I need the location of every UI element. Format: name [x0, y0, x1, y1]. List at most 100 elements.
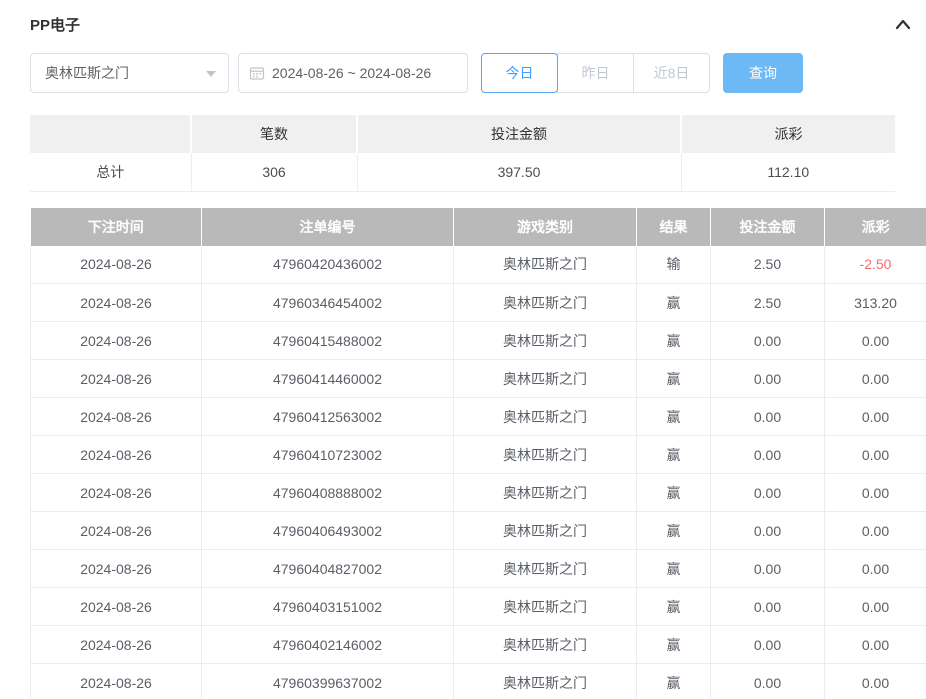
cell-payout: 0.00 — [825, 664, 926, 699]
cell-bet-amount: 0.00 — [711, 550, 825, 588]
cell-result: 赢 — [637, 664, 711, 699]
summary-total-row: 总计 306 397.50 112.10 — [30, 153, 895, 191]
table-row: 2024-08-26 47960406493002 奥林匹斯之门 赢 0.00 … — [31, 512, 926, 550]
table-row: 2024-08-26 47960399637002 奥林匹斯之门 赢 0.00 … — [31, 664, 926, 699]
game-select-value: 奥林匹斯之门 — [45, 63, 129, 83]
table-row: 2024-08-26 47960408888002 奥林匹斯之门 赢 0.00 … — [31, 474, 926, 512]
summary-total-bet-amount: 397.50 — [357, 153, 681, 191]
cell-bet-amount: 0.00 — [711, 322, 825, 360]
cell-bet-time: 2024-08-26 — [31, 398, 202, 436]
cell-order-no: 47960410723002 — [202, 436, 454, 474]
calendar-icon — [249, 65, 265, 81]
collapse-button[interactable] — [892, 15, 914, 33]
cell-game-type: 奥林匹斯之门 — [454, 436, 637, 474]
cell-order-no: 47960412563002 — [202, 398, 454, 436]
summary-total-count: 306 — [191, 153, 357, 191]
cell-bet-time: 2024-08-26 — [31, 284, 202, 322]
summary-header-payout: 派彩 — [681, 115, 895, 153]
caret-down-icon — [206, 71, 216, 82]
table-row: 2024-08-26 47960410723002 奥林匹斯之门 赢 0.00 … — [31, 436, 926, 474]
cell-payout: 0.00 — [825, 588, 926, 626]
last-8-days-button[interactable]: 近8日 — [633, 53, 710, 93]
cell-payout: 0.00 — [825, 322, 926, 360]
header-result: 结果 — [637, 208, 711, 246]
cell-game-type: 奥林匹斯之门 — [454, 360, 637, 398]
cell-result: 赢 — [637, 474, 711, 512]
cell-result: 赢 — [637, 398, 711, 436]
cell-game-type: 奥林匹斯之门 — [454, 626, 637, 664]
bet-records-body: 2024-08-26 47960420436002 奥林匹斯之门 输 2.50 … — [31, 246, 926, 699]
cell-order-no: 47960420436002 — [202, 246, 454, 284]
cell-game-type: 奥林匹斯之门 — [454, 664, 637, 699]
cell-order-no: 47960415488002 — [202, 322, 454, 360]
cell-bet-amount: 0.00 — [711, 360, 825, 398]
cell-bet-amount: 0.00 — [711, 474, 825, 512]
cell-order-no: 47960346454002 — [202, 284, 454, 322]
cell-game-type: 奥林匹斯之门 — [454, 474, 637, 512]
cell-bet-time: 2024-08-26 — [31, 664, 202, 699]
table-row: 2024-08-26 47960420436002 奥林匹斯之门 输 2.50 … — [31, 246, 926, 284]
date-range-picker[interactable]: 2024-08-26 ~ 2024-08-26 — [238, 53, 468, 93]
cell-bet-amount: 2.50 — [711, 284, 825, 322]
pp-electronic-panel: PP电子 奥林匹斯之门 — [0, 0, 926, 699]
yesterday-button[interactable]: 昨日 — [557, 53, 634, 93]
cell-result: 输 — [637, 246, 711, 284]
cell-game-type: 奥林匹斯之门 — [454, 588, 637, 626]
cell-order-no: 47960399637002 — [202, 664, 454, 699]
table-row: 2024-08-26 47960415488002 奥林匹斯之门 赢 0.00 … — [31, 322, 926, 360]
cell-bet-time: 2024-08-26 — [31, 512, 202, 550]
table-row: 2024-08-26 47960402146002 奥林匹斯之门 赢 0.00 … — [31, 626, 926, 664]
records-header-row: 下注时间 注单编号 游戏类别 结果 投注金额 派彩 — [31, 208, 926, 246]
cell-bet-time: 2024-08-26 — [31, 360, 202, 398]
cell-result: 赢 — [637, 512, 711, 550]
cell-bet-amount: 0.00 — [711, 436, 825, 474]
game-select[interactable]: 奥林匹斯之门 — [30, 53, 229, 93]
header-bet-amount: 投注金额 — [711, 208, 825, 246]
cell-bet-time: 2024-08-26 — [31, 588, 202, 626]
summary-header-row: 笔数 投注金额 派彩 — [30, 115, 895, 153]
quick-filter-group: 今日 昨日 近8日 — [481, 53, 710, 93]
bet-records-table: 下注时间 注单编号 游戏类别 结果 投注金额 派彩 2024-08-26 479… — [30, 208, 926, 699]
summary-total-label: 总计 — [30, 153, 191, 191]
today-button[interactable]: 今日 — [481, 53, 558, 93]
cell-order-no: 47960414460002 — [202, 360, 454, 398]
cell-payout: 0.00 — [825, 550, 926, 588]
cell-order-no: 47960403151002 — [202, 588, 454, 626]
cell-result: 赢 — [637, 550, 711, 588]
cell-bet-amount: 0.00 — [711, 626, 825, 664]
header-bet-time: 下注时间 — [31, 208, 202, 246]
cell-payout: 313.20 — [825, 284, 926, 322]
cell-result: 赢 — [637, 360, 711, 398]
search-button[interactable]: 查询 — [723, 53, 803, 93]
cell-payout: 0.00 — [825, 436, 926, 474]
cell-game-type: 奥林匹斯之门 — [454, 284, 637, 322]
cell-game-type: 奥林匹斯之门 — [454, 398, 637, 436]
cell-game-type: 奥林匹斯之门 — [454, 550, 637, 588]
cell-bet-time: 2024-08-26 — [31, 322, 202, 360]
summary-header-bet-amount: 投注金额 — [357, 115, 681, 153]
cell-order-no: 47960402146002 — [202, 626, 454, 664]
date-range-value: 2024-08-26 ~ 2024-08-26 — [272, 65, 431, 81]
cell-game-type: 奥林匹斯之门 — [454, 512, 637, 550]
summary-table: 笔数 投注金额 派彩 总计 306 397.50 112.10 — [30, 115, 895, 192]
cell-payout: 0.00 — [825, 512, 926, 550]
cell-bet-time: 2024-08-26 — [31, 626, 202, 664]
cell-payout: -2.50 — [825, 246, 926, 284]
filter-bar: 奥林匹斯之门 2024-08-26 ~ 2024-08-26 今日 昨日 近 — [30, 53, 926, 93]
chevron-up-icon — [894, 19, 912, 34]
cell-result: 赢 — [637, 626, 711, 664]
cell-order-no: 47960408888002 — [202, 474, 454, 512]
cell-bet-time: 2024-08-26 — [31, 436, 202, 474]
cell-payout: 0.00 — [825, 474, 926, 512]
panel-header: PP电子 — [0, 0, 926, 34]
table-row: 2024-08-26 47960404827002 奥林匹斯之门 赢 0.00 … — [31, 550, 926, 588]
cell-order-no: 47960406493002 — [202, 512, 454, 550]
cell-bet-amount: 2.50 — [711, 246, 825, 284]
cell-payout: 0.00 — [825, 360, 926, 398]
cell-bet-time: 2024-08-26 — [31, 550, 202, 588]
cell-order-no: 47960404827002 — [202, 550, 454, 588]
table-row: 2024-08-26 47960403151002 奥林匹斯之门 赢 0.00 … — [31, 588, 926, 626]
summary-header-empty — [30, 115, 191, 153]
cell-bet-amount: 0.00 — [711, 588, 825, 626]
cell-bet-time: 2024-08-26 — [31, 474, 202, 512]
